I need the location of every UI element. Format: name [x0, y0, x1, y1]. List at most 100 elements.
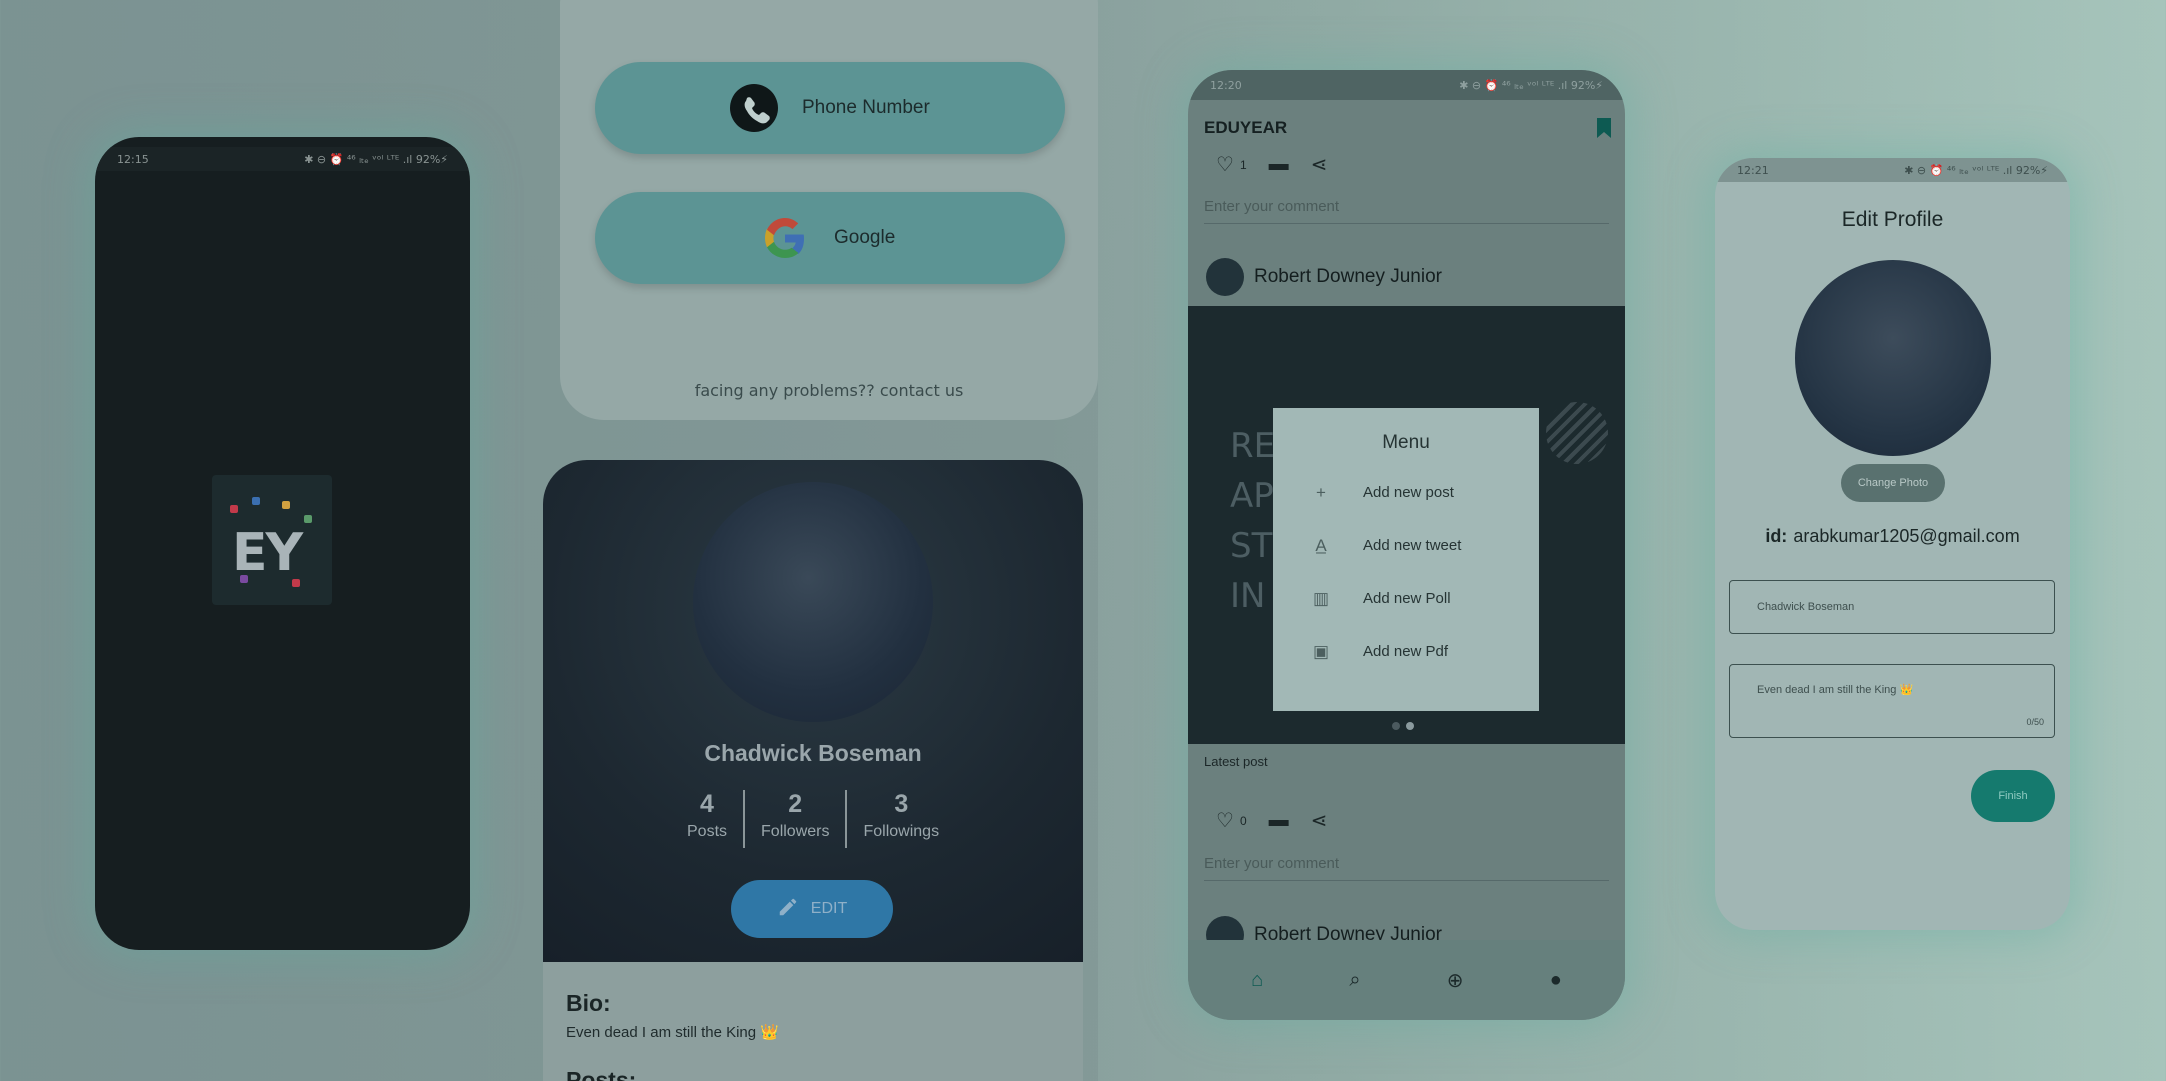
contact-us-link[interactable]: facing any problems?? contact us	[560, 381, 1098, 400]
tweet-icon: A̲	[1315, 535, 1327, 555]
poll-icon: ▥	[1312, 588, 1330, 608]
share-icon[interactable]: ⋖	[1311, 152, 1328, 177]
profile-icon[interactable]: ●	[1550, 969, 1562, 992]
logo-text: EY	[232, 523, 303, 583]
like-count: 1	[1239, 157, 1247, 172]
menu-item-add-pdf[interactable]: ▣ Add new Pdf	[1273, 625, 1539, 678]
avatar[interactable]	[1795, 260, 1991, 456]
phone-login-button[interactable]: Phone Number	[595, 62, 1065, 154]
plus-icon: +	[1316, 482, 1326, 502]
add-menu-dialog: Menu + Add new post A̲ Add new tweet ▥ A…	[1273, 408, 1539, 711]
post-author[interactable]: Robert Downey Junior	[1206, 258, 1442, 296]
post-image-text: RE	[1230, 426, 1276, 466]
like-count: 0	[1239, 813, 1247, 828]
stat-posts[interactable]: 4 Posts	[671, 790, 743, 848]
latest-post-label: Latest post	[1204, 754, 1268, 769]
decorative-circle	[1546, 402, 1608, 464]
menu-item-label: Add new tweet	[1363, 537, 1462, 554]
carousel-dot	[1392, 722, 1400, 730]
post-image-text: IN	[1230, 576, 1266, 616]
stat-value: 4	[700, 790, 714, 818]
profile-name: Chadwick Boseman	[704, 740, 922, 766]
stat-label: Followings	[863, 823, 940, 840]
heart-icon: ♡	[1216, 810, 1234, 832]
like-button[interactable]: ♡ 0	[1216, 808, 1247, 833]
status-time: 12:15	[117, 152, 149, 166]
post-actions: ♡ 1 ▬ ⋖	[1216, 152, 1327, 177]
phone-icon	[730, 84, 778, 132]
comment-input[interactable]: Enter your comment	[1204, 198, 1609, 224]
menu-item-label: Add new Poll	[1363, 590, 1451, 607]
stat-label: Posts	[687, 823, 728, 840]
avatar	[693, 482, 933, 722]
bio-field[interactable]: Even dead I am still the King 👑 0/50	[1729, 664, 2055, 738]
post-image-text: AP	[1230, 476, 1274, 516]
profile-screen: Chadwick Boseman 4 Posts 2 Followers 3 F…	[543, 460, 1083, 1081]
status-icons: ✱ ⊖ ⏰ ⁴⁶ ₗₜₑ ᵛᵒˡ ᴸᵀᴱ .ıl 92%⚡	[1904, 163, 2048, 177]
edit-profile-screen: 12:21 ✱ ⊖ ⏰ ⁴⁶ ₗₜₑ ᵛᵒˡ ᴸᵀᴱ .ıl 92%⚡ Edit…	[1715, 158, 2070, 930]
status-icons: ✱ ⊖ ⏰ ⁴⁶ ₗₜₑ ᵛᵒˡ ᴸᵀᴱ .ıl 92%⚡	[1459, 78, 1603, 92]
search-icon[interactable]: ⌕	[1349, 969, 1360, 992]
menu-item-label: Add new Pdf	[1363, 643, 1449, 660]
status-bar: 12:20 ✱ ⊖ ⏰ ⁴⁶ ₗₜₑ ᵛᵒˡ ᴸᵀᴱ .ıl 92%⚡	[1188, 70, 1625, 100]
name-value: Chadwick Boseman	[1757, 601, 1855, 613]
stat-followers[interactable]: 2 Followers	[745, 790, 845, 848]
login-options-card: Phone Number Google facing any problems?…	[560, 0, 1098, 420]
heart-icon: ♡	[1216, 154, 1234, 176]
page-title: Edit Profile	[1841, 208, 1944, 231]
comment-icon[interactable]: ▬	[1269, 809, 1289, 832]
share-icon[interactable]: ⋖	[1311, 808, 1328, 833]
splash-screen: 12:15 ✱ ⊖ ⏰ ⁴⁶ ₗₜₑ ᵛᵒˡ ᴸᵀᴱ .ıl 92%⚡ EY	[95, 137, 470, 950]
carousel-dot-active	[1406, 722, 1414, 730]
menu-item-add-tweet[interactable]: A̲ Add new tweet	[1273, 519, 1539, 572]
google-icon	[760, 213, 810, 263]
menu-item-add-poll[interactable]: ▥ Add new Poll	[1273, 572, 1539, 625]
stat-value: 3	[894, 790, 909, 818]
edit-label: EDIT	[810, 900, 848, 917]
pencil-icon	[777, 896, 799, 923]
pdf-icon: ▣	[1312, 641, 1330, 661]
bio-value: Even dead I am still the King 👑	[1757, 684, 1914, 696]
home-icon[interactable]: ⌂	[1251, 969, 1263, 992]
menu-item-label: Add new post	[1363, 484, 1454, 501]
feed-screen: 12:20 ✱ ⊖ ⏰ ⁴⁶ ₗₜₑ ᵛᵒˡ ᴸᵀᴱ .ıl 92%⚡ EDUY…	[1188, 70, 1625, 1020]
profile-stats: 4 Posts 2 Followers 3 Followings	[671, 790, 955, 848]
bio-text: Even dead I am still the King 👑	[566, 1024, 779, 1041]
change-photo-button[interactable]: Change Photo	[1841, 464, 1945, 502]
like-button[interactable]: ♡ 1	[1216, 152, 1247, 177]
profile-header-background: Chadwick Boseman 4 Posts 2 Followers 3 F…	[543, 460, 1083, 962]
post-image-text: ST	[1230, 526, 1273, 566]
comment-input[interactable]: Enter your comment	[1204, 855, 1609, 881]
post-actions: ♡ 0 ▬ ⋖	[1216, 808, 1327, 833]
status-time: 12:21	[1737, 163, 1769, 177]
add-circle-icon[interactable]: ⊕	[1447, 968, 1464, 993]
menu-item-add-post[interactable]: + Add new post	[1273, 466, 1539, 519]
stat-followings[interactable]: 3 Followings	[847, 790, 955, 848]
app-title: EDUYEAR	[1204, 118, 1288, 137]
id-value: arabkumar1205@gmail.com	[1793, 526, 2020, 546]
google-login-button[interactable]: Google	[595, 192, 1065, 284]
bottom-navigation: ⌂ ⌕ ⊕ ●	[1188, 940, 1625, 1020]
status-icons: ✱ ⊖ ⏰ ⁴⁶ ₗₜₑ ᵛᵒˡ ᴸᵀᴱ .ıl 92%⚡	[304, 152, 448, 166]
avatar	[1206, 258, 1244, 296]
author-name: Robert Downey Junior	[1254, 266, 1442, 287]
name-field[interactable]: Chadwick Boseman	[1729, 580, 2055, 634]
status-bar: 12:15 ✱ ⊖ ⏰ ⁴⁶ ₗₜₑ ᵛᵒˡ ᴸᵀᴱ .ıl 92%⚡	[95, 147, 470, 171]
status-bar: 12:21 ✱ ⊖ ⏰ ⁴⁶ ₗₜₑ ᵛᵒˡ ᴸᵀᴱ .ıl 92%⚡	[1715, 158, 2070, 182]
stat-value: 2	[788, 790, 803, 818]
character-counter: 0/50	[2026, 717, 2044, 727]
edit-profile-button[interactable]: EDIT	[731, 880, 893, 938]
app-logo: EY	[212, 475, 332, 605]
user-id: id: arabkumar1205@gmail.com	[1715, 526, 2070, 547]
finish-button[interactable]: Finish	[1971, 770, 2055, 822]
stat-label: Followers	[761, 823, 830, 840]
menu-title: Menu	[1382, 432, 1430, 453]
id-label: id:	[1765, 526, 1788, 546]
posts-heading: Posts:	[566, 1067, 637, 1081]
bookmark-icon[interactable]	[1597, 118, 1611, 138]
status-time: 12:20	[1210, 78, 1242, 92]
phone-login-label: Phone Number	[802, 97, 930, 118]
bio-heading: Bio:	[566, 990, 611, 1016]
comment-icon[interactable]: ▬	[1269, 153, 1289, 176]
google-login-label: Google	[834, 227, 896, 248]
